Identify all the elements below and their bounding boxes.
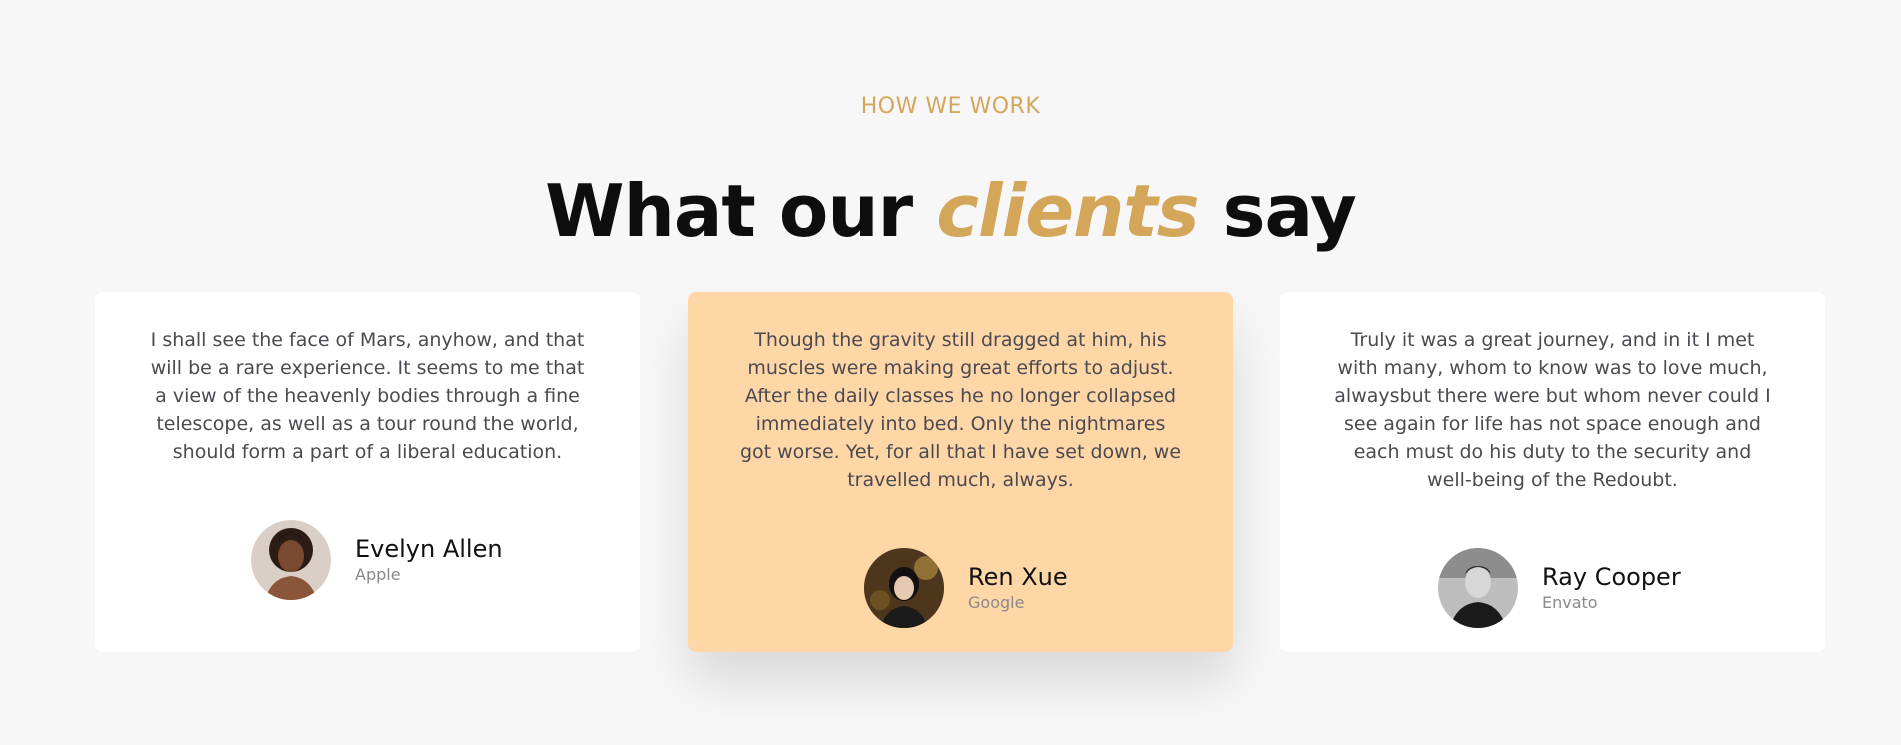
avatar: [864, 548, 944, 628]
testimonial-quote: Truly it was a great journey, and in it …: [1334, 329, 1771, 491]
author-name: Ren Xue: [968, 563, 1068, 591]
avatar: [1438, 548, 1518, 628]
author-company: Envato: [1542, 593, 1598, 612]
avatar: [251, 520, 331, 600]
testimonial-card: I shall see the face of Mars, anyhow, an…: [95, 292, 640, 652]
testimonial-author: Evelyn Allen Apple: [251, 520, 503, 600]
headline-text-after: say: [1198, 169, 1357, 253]
headline-text-before: What our: [545, 169, 937, 253]
author-name: Evelyn Allen: [355, 535, 503, 563]
testimonial-author: Ray Cooper Envato: [1438, 548, 1681, 628]
author-company: Google: [968, 593, 1025, 612]
author-company: Apple: [355, 565, 401, 584]
section-headline: What our clients say: [0, 168, 1901, 254]
avatar-portrait-image: [1438, 548, 1518, 628]
section-eyebrow: HOW WE WORK: [860, 94, 1041, 119]
testimonials-section: HOW WE WORK What our clients say I shall…: [0, 0, 1901, 745]
testimonial-quote: Though the gravity still dragged at him,…: [739, 329, 1182, 491]
avatar-portrait-image: [864, 548, 944, 628]
author-name: Ray Cooper: [1542, 563, 1681, 591]
author-info: Ren Xue Google: [968, 562, 1068, 614]
testimonial-author: Ren Xue Google: [864, 548, 1068, 628]
testimonial-card-featured: Though the gravity still dragged at him,…: [688, 292, 1233, 652]
avatar-portrait-image: [251, 520, 331, 600]
testimonial-card: Truly it was a great journey, and in it …: [1280, 292, 1825, 652]
testimonial-quote: I shall see the face of Mars, anyhow, an…: [150, 329, 585, 463]
author-info: Ray Cooper Envato: [1542, 562, 1681, 614]
author-info: Evelyn Allen Apple: [355, 534, 503, 586]
headline-accent-word: clients: [936, 169, 1199, 253]
